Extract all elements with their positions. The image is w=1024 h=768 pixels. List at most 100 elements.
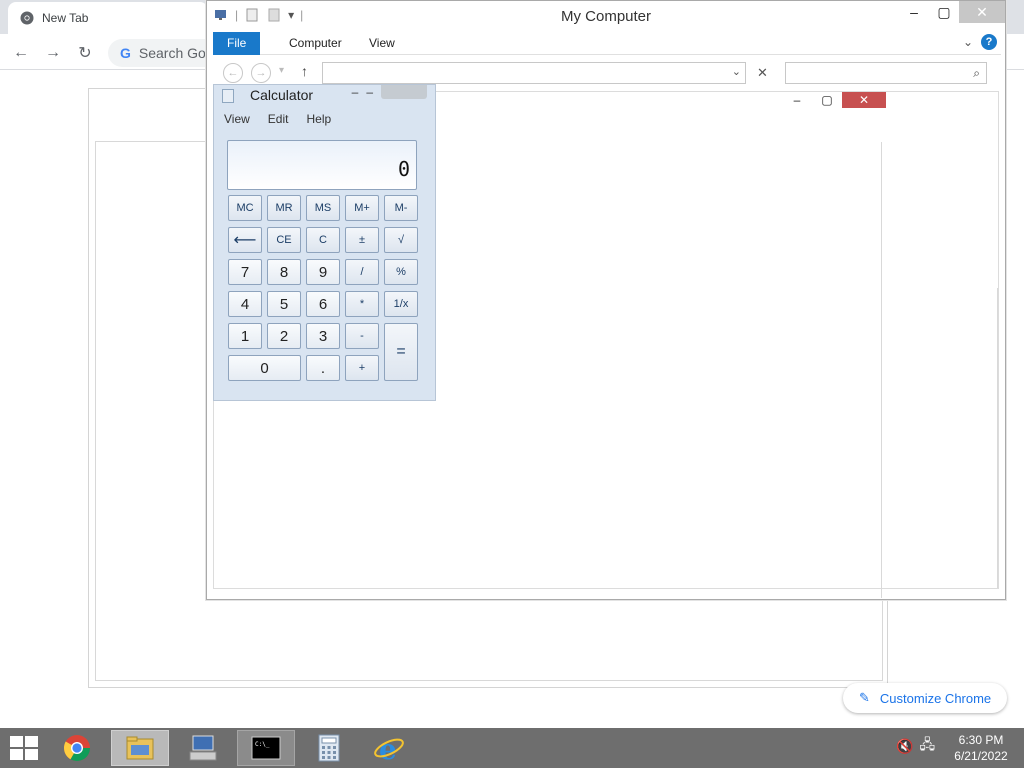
calculator-display: 0 (227, 140, 417, 190)
calculator-titlebar[interactable]: Calculator ‒ ‒ (214, 85, 435, 107)
reload-icon[interactable]: ↻ (74, 42, 96, 64)
taskbar-internet-explorer[interactable]: e (360, 730, 418, 766)
back-circle-icon[interactable]: ← (223, 63, 243, 83)
svg-text:C:\_: C:\_ (255, 741, 270, 748)
taskbar-chrome[interactable] (48, 730, 106, 766)
key-3[interactable]: 3 (306, 323, 340, 349)
explorer-window-controls: ‒ ▢ ✕ (899, 1, 1005, 23)
clock-date: 6/21/2022 (954, 749, 1008, 763)
taskbar-command-prompt[interactable]: C:\_ (237, 730, 295, 766)
volume-muted-icon[interactable]: 🔇 (896, 738, 913, 755)
key-percent[interactable]: % (384, 259, 418, 285)
explorer-titlebar[interactable]: | ▾ | My Computer ‒ ▢ ✕ (207, 1, 1005, 31)
customize-chrome-button[interactable]: ✎ Customize Chrome (843, 683, 1007, 713)
windows-logo-icon (10, 749, 23, 760)
key-7[interactable]: 7 (228, 259, 262, 285)
network-icon[interactable]: 🖧 (919, 734, 935, 758)
recent-locations-icon[interactable]: ▾ (279, 65, 284, 76)
key-equals[interactable]: = (384, 323, 418, 381)
key-decimal[interactable]: . (306, 355, 340, 381)
calc-menu-help[interactable]: Help (296, 110, 339, 130)
key-reciprocal[interactable]: 1/x (384, 291, 418, 317)
expand-ribbon-icon[interactable]: ⌄ (963, 35, 973, 49)
taskbar-osk[interactable] (174, 730, 232, 766)
up-arrow-icon[interactable]: ↑ (301, 63, 308, 79)
folder-icon (126, 736, 154, 760)
windows-logo-icon (25, 749, 38, 760)
key-sqrt[interactable]: √ (384, 227, 418, 253)
key-2[interactable]: 2 (267, 323, 301, 349)
hidden-maximize-button[interactable]: ▢ (812, 92, 842, 108)
help-icon[interactable]: ? (981, 34, 997, 50)
calculator-maximize-button[interactable]: ‒ (366, 85, 373, 99)
window-edge-line (997, 288, 998, 588)
taskbar-calculator[interactable] (300, 730, 358, 766)
omnibox-placeholder: Search Goo (138, 45, 214, 61)
key-9[interactable]: 9 (306, 259, 340, 285)
maximize-button[interactable]: ▢ (929, 1, 959, 23)
svg-text:e: e (379, 733, 397, 763)
calculator-window-controls: ‒ ‒ (352, 85, 427, 99)
address-input[interactable]: ⌄ (322, 62, 746, 84)
calculator-menu-bar: View Edit Help (214, 110, 435, 130)
ribbon-tab-view[interactable]: View (355, 32, 409, 55)
search-icon: ⌕ (973, 66, 980, 80)
key-plus[interactable]: + (345, 355, 379, 381)
ribbon-tab-computer[interactable]: Computer (275, 32, 356, 55)
key-6[interactable]: 6 (306, 291, 340, 317)
taskbar-file-explorer[interactable] (111, 730, 169, 766)
internet-explorer-icon: e (374, 733, 404, 763)
key-ce[interactable]: CE (267, 227, 301, 253)
key-minus[interactable]: - (345, 323, 379, 349)
chrome-icon (63, 735, 91, 762)
window-edge-line (881, 142, 882, 598)
hidden-close-button[interactable]: ✕ (842, 92, 886, 108)
clear-address-icon[interactable]: ✕ (757, 65, 768, 81)
key-c[interactable]: C (306, 227, 340, 253)
hidden-minimize-button[interactable]: ‒ (782, 92, 812, 108)
google-g-icon: G (120, 45, 131, 61)
customize-chrome-label: Customize Chrome (879, 690, 992, 706)
calculator-display-value: 0 (397, 157, 410, 181)
key-m-plus[interactable]: M+ (345, 195, 379, 221)
key-backspace[interactable]: ⟵ (228, 227, 262, 253)
key-multiply[interactable]: * (345, 291, 379, 317)
key-5[interactable]: 5 (267, 291, 301, 317)
key-1[interactable]: 1 (228, 323, 262, 349)
key-m-minus[interactable]: M- (384, 195, 418, 221)
search-input[interactable]: ⌕ (785, 62, 987, 84)
calc-menu-edit[interactable]: Edit (258, 110, 297, 130)
keyboard-monitor-icon (189, 735, 217, 761)
key-4[interactable]: 4 (228, 291, 262, 317)
address-dropdown-icon[interactable]: ⌄ (732, 65, 741, 78)
key-mc[interactable]: MC (228, 195, 262, 221)
clock[interactable]: 6:30 PM 6/21/2022 (946, 732, 1016, 764)
forward-arrow-icon[interactable]: → (42, 42, 64, 64)
start-button[interactable] (10, 736, 38, 760)
calculator-app-icon (222, 89, 234, 103)
ribbon: File Computer View ⌄ ? (213, 31, 1001, 55)
key-8[interactable]: 8 (267, 259, 301, 285)
key-0[interactable]: 0 (228, 355, 301, 381)
back-arrow-icon[interactable]: ← (10, 42, 32, 64)
calculator-close-button[interactable] (381, 85, 427, 99)
ribbon-tab-file[interactable]: File (213, 32, 261, 55)
minimize-button[interactable]: ‒ (899, 1, 929, 23)
chrome-tab-new-tab[interactable]: New Tab (8, 2, 208, 34)
ribbon-right: ⌄ ? (963, 34, 997, 50)
calculator-title: Calculator (250, 87, 314, 103)
key-plus-minus[interactable]: ± (345, 227, 379, 253)
address-bar-row: ← → ▾ ↑ ⌄ ✕ ⌕ (213, 59, 1001, 87)
close-button[interactable]: ✕ (959, 1, 1005, 23)
windows-logo-icon (25, 736, 38, 747)
calculator-keypad: MC MR MS M+ M- ⟵ CE C ± √ 7 8 9 / % 4 5 … (228, 195, 420, 385)
forward-circle-icon[interactable]: → (251, 63, 271, 83)
key-divide[interactable]: / (345, 259, 379, 285)
chrome-logo-icon (20, 11, 34, 25)
calculator-minimize-button[interactable]: ‒ (352, 85, 359, 99)
key-ms[interactable]: MS (306, 195, 340, 221)
calc-menu-view[interactable]: View (214, 110, 258, 130)
windows-logo-icon (10, 736, 23, 747)
hidden-window-controls: ‒ ▢ ✕ (782, 92, 886, 108)
key-mr[interactable]: MR (267, 195, 301, 221)
